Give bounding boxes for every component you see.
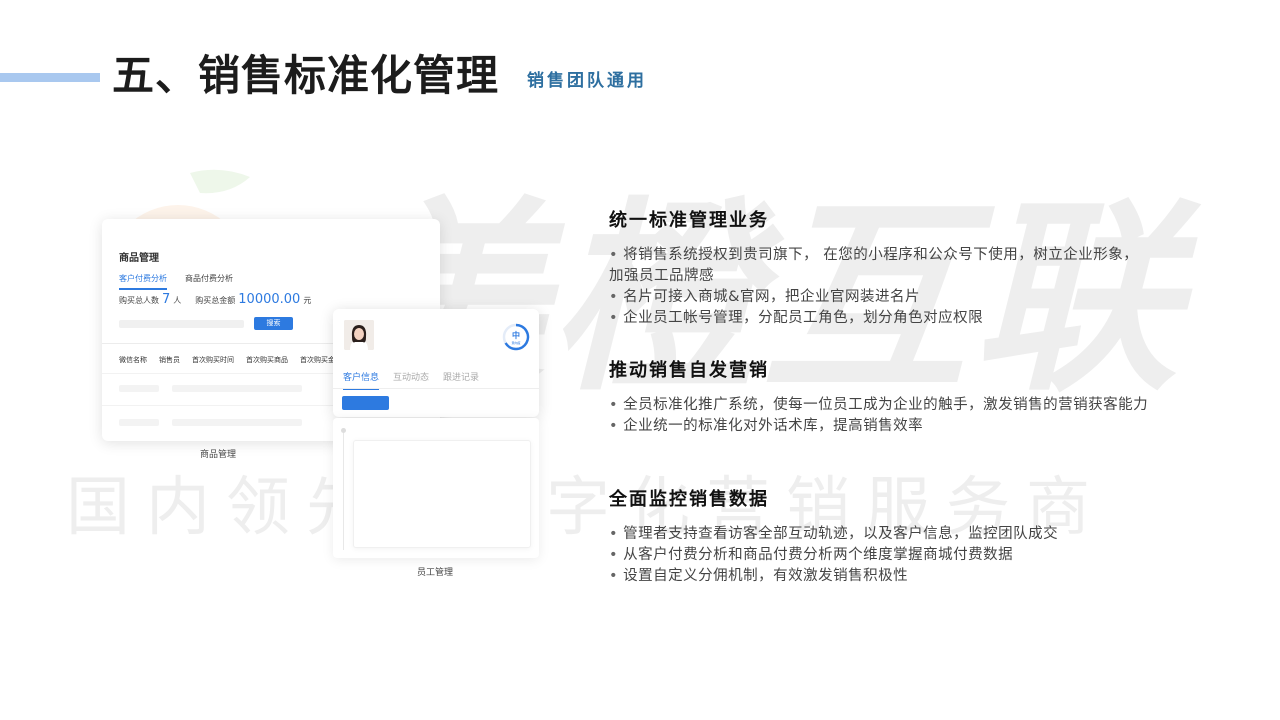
timeline-dot [341, 428, 346, 433]
employee-management-card: 中 意向度 客户信息 互动动态 跟进记录 [333, 309, 539, 417]
tab-follow-up[interactable]: 跟进记录 [443, 370, 479, 390]
intent-level-label: 中 [512, 330, 520, 340]
list-item: 管理者支持查看访客全部互动轨迹，以及客户信息，监控团队成交 [609, 524, 1149, 545]
section-unified-management: 统一标准管理业务 将销售系统授权到贵司旗下， 在您的小程序和公众号下使用，树立企… [609, 209, 1149, 329]
purchase-stats: 购买总人数 7 人 购买总金额 10000.00 元 [119, 292, 311, 307]
product-management-caption: 商品管理 [200, 450, 237, 460]
list-item: 设置自定义分佣机制，有效激发销售积极性 [609, 566, 1149, 587]
intent-level-sublabel: 意向度 [511, 340, 520, 345]
tab-interaction[interactable]: 互动动态 [393, 370, 429, 390]
list-item: 名片可接入商城&官网，把企业官网装进名片 [609, 287, 1149, 308]
column-header: 首次购买金 [300, 356, 335, 364]
section-sales-marketing: 推动销售自发营销 全员标准化推广系统，使每一位员工成为企业的触手，激发销售的营销… [609, 359, 1149, 437]
list-item: 将销售系统授权到贵司旗下， 在您的小程序和公众号下使用，树立企业形象，加强员工品… [609, 245, 1149, 287]
table-row-placeholder [172, 419, 302, 426]
buyers-unit: 人 [173, 296, 182, 305]
search-button[interactable]: 搜索 [254, 317, 293, 330]
buyers-value: 7 [162, 292, 171, 307]
page-title: 五、销售标准化管理 [112, 51, 500, 100]
divider [333, 388, 539, 389]
tab-customer-payment[interactable]: 客户付费分析 [119, 273, 167, 290]
table-row-placeholder [172, 385, 302, 392]
intent-level-ring: 中 意向度 [502, 323, 530, 351]
amount-value: 10000.00 [238, 292, 301, 307]
customer-tabs: 客户信息 互动动态 跟进记录 [343, 370, 479, 390]
amount-unit: 元 [303, 296, 312, 305]
table-row-placeholder [119, 419, 159, 426]
buyers-label: 购买总人数 [119, 296, 159, 305]
list-item: 全员标准化推广系统，使每一位员工成为企业的触手，激发销售的营销获客能力 [609, 395, 1149, 416]
header-accent-bar [0, 73, 100, 82]
tab-product-payment[interactable]: 商品付费分析 [185, 273, 233, 290]
card-title: 商品管理 [119, 253, 159, 264]
page-subtitle: 销售团队通用 [527, 71, 647, 91]
column-header: 销售员 [159, 356, 180, 364]
list-item: 从客户付费分析和商品付费分析两个维度掌握商城付费数据 [609, 545, 1149, 566]
section-sales-monitoring: 全面监控销售数据 管理者支持查看访客全部互动轨迹，以及客户信息，监控团队成交 从… [609, 488, 1149, 587]
action-button[interactable] [342, 396, 389, 410]
section-title: 统一标准管理业务 [609, 210, 769, 231]
timeline-line [343, 430, 344, 550]
person-avatar-icon [344, 320, 374, 350]
employee-management-caption: 员工管理 [417, 568, 454, 578]
table-header: 微信名称 销售员 首次购买时间 首次购买商品 首次购买金 [119, 355, 335, 365]
section-list: 将销售系统授权到贵司旗下， 在您的小程序和公众号下使用，树立企业形象，加强员工品… [609, 245, 1149, 329]
analysis-tabs: 客户付费分析 商品付费分析 [119, 273, 233, 290]
section-title: 全面监控销售数据 [609, 489, 769, 510]
section-list: 管理者支持查看访客全部互动轨迹，以及客户信息，监控团队成交 从客户付费分析和商品… [609, 524, 1149, 587]
tab-customer-info[interactable]: 客户信息 [343, 370, 380, 390]
employee-timeline-card [333, 418, 539, 558]
timeline-entry [353, 440, 531, 548]
list-item: 企业统一的标准化对外话术库，提高销售效率 [609, 416, 1149, 437]
section-list: 全员标准化推广系统，使每一位员工成为企业的触手，激发销售的营销获客能力 企业统一… [609, 395, 1149, 437]
table-row-placeholder [119, 385, 159, 392]
filter-placeholder [119, 320, 244, 328]
list-item: 企业员工帐号管理，分配员工角色，划分角色对应权限 [609, 308, 1149, 329]
column-header: 首次购买商品 [246, 356, 288, 364]
column-header: 首次购买时间 [192, 356, 234, 364]
section-title: 推动销售自发营销 [609, 360, 769, 381]
column-header: 微信名称 [119, 356, 147, 364]
amount-label: 购买总金额 [195, 296, 236, 305]
avatar [344, 320, 374, 350]
